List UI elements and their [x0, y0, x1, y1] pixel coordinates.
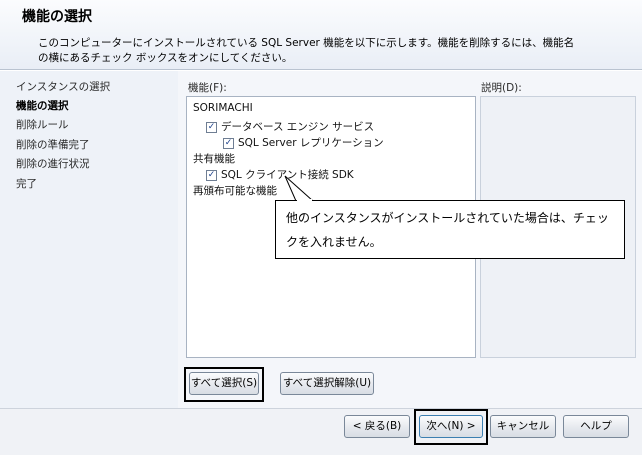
nav-step-removal-progress: 削除の進行状況: [16, 158, 90, 170]
description-label: 説明(D):: [481, 82, 522, 94]
tree-shared-features-node: 共有機能: [193, 153, 235, 165]
help-button[interactable]: ヘルプ: [563, 415, 629, 438]
tree-client-sdk-label: SQL クライアント接続 SDK: [221, 169, 354, 181]
wizard-steps-nav: インスタンスの選択 機能の選択 削除ルール 削除の準備完了 削除の進行状況 完了: [0, 71, 178, 408]
tree-replication-label: SQL Server レプリケーション: [238, 137, 384, 149]
tree-redistributable-node: 再頒布可能な機能: [193, 185, 277, 197]
page-title: 機能の選択: [22, 9, 92, 25]
nav-step-removal-rules: 削除ルール: [16, 119, 69, 131]
features-label: 機能(F):: [188, 82, 227, 94]
nav-step-ready-to-remove: 削除の準備完了: [16, 139, 90, 151]
tree-db-engine-label: データベース エンジン サービス: [221, 121, 375, 133]
back-button[interactable]: < 戻る(B): [344, 415, 410, 438]
tree-instance-node: SORIMACHI: [193, 102, 253, 114]
unselect-all-button[interactable]: すべて選択解除(U): [280, 372, 374, 395]
checkbox-client-sdk[interactable]: ✓: [206, 170, 217, 181]
checkbox-db-engine[interactable]: ✓: [206, 122, 217, 133]
next-button-highlight: [414, 409, 488, 445]
nav-step-instance-select: インスタンスの選択: [16, 81, 111, 93]
select-all-highlight: [184, 367, 264, 402]
nav-step-complete: 完了: [16, 178, 37, 190]
cancel-button[interactable]: キャンセル: [490, 415, 556, 438]
nav-step-feature-select: 機能の選択: [16, 100, 69, 112]
callout-text: 他のインスタンスがインストールされていた場合は、チェックを入れません。: [286, 211, 609, 249]
checkbox-replication[interactable]: ✓: [223, 138, 234, 149]
page-description: このコンピューターにインストールされている SQL Server 機能を以下に示…: [38, 37, 575, 64]
